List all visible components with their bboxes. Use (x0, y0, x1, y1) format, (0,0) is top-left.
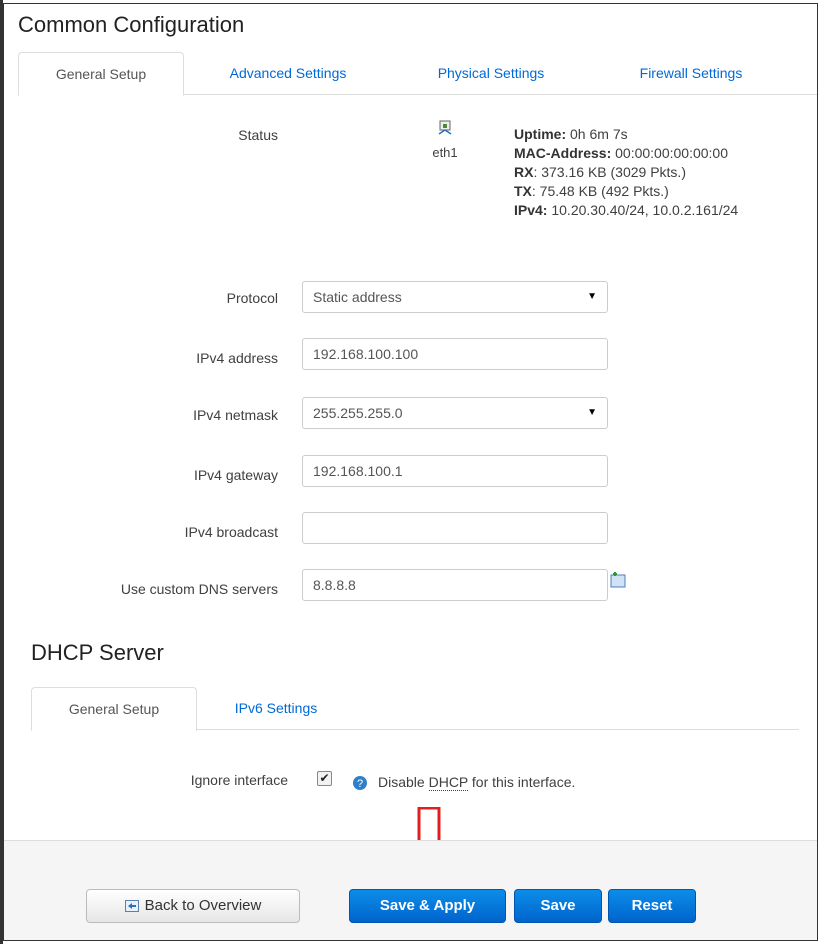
config-panel: Common Configuration General Setup Advan… (3, 3, 818, 941)
protocol-label: Protocol (226, 290, 278, 306)
dhcp-tabs: General Setup IPv6 Settings (31, 687, 799, 731)
tx-row: TX: 75.48 KB (492 Pkts.) (514, 183, 669, 199)
tab-physical-settings[interactable]: Physical Settings (406, 52, 576, 94)
help-icon: ? (353, 776, 367, 790)
mac-row: MAC-Address: 00:00:00:00:00:00 (514, 145, 729, 161)
ignore-interface-hint: Disable DHCP for this interface. (378, 774, 576, 791)
dhcp-server-title: DHCP Server (31, 640, 164, 665)
ignore-interface-checkbox[interactable]: ✔ (317, 771, 332, 786)
ipv4-netmask-select[interactable]: 255.255.255.0 ▼ (302, 397, 608, 429)
ipv4-gateway-label: IPv4 gateway (193, 467, 278, 483)
tab-firewall-settings[interactable]: Firewall Settings (601, 52, 781, 94)
interface-name: eth1 (432, 145, 458, 160)
ipv4-broadcast-label: IPv4 broadcast (184, 524, 278, 540)
back-to-overview-button[interactable]: Back to Overview (86, 889, 300, 923)
uptime-row: Uptime: 0h 6m 7s (514, 126, 628, 142)
ipv4-broadcast-input[interactable] (302, 512, 608, 544)
tab-advanced-settings[interactable]: Advanced Settings (198, 52, 378, 94)
interface-status: eth1 (427, 120, 463, 160)
status-label: Status (238, 127, 278, 143)
page-title: Common Configuration (18, 12, 245, 37)
protocol-select[interactable]: Static address ▼ (302, 281, 608, 313)
status-details: Uptime: 0h 6m 7s MAC-Address: 00:00:00:0… (514, 125, 738, 220)
ipv4-row: IPv4: 10.20.30.40/24, 10.0.2.161/24 (514, 202, 739, 218)
common-tabs: General Setup Advanced Settings Physical… (18, 52, 817, 96)
reset-button[interactable]: Reset (608, 889, 696, 923)
tab-general-setup[interactable]: General Setup (18, 52, 184, 96)
tab-dhcp-general-setup[interactable]: General Setup (31, 687, 197, 731)
back-icon (124, 900, 139, 913)
dns-server-input[interactable]: 8.8.8.8 (302, 569, 608, 601)
dhcp-abbr: DHCP (428, 774, 469, 791)
dropdown-arrow-icon: ▼ (587, 407, 597, 418)
ipv4-netmask-label: IPv4 netmask (193, 407, 278, 423)
dns-servers-label: Use custom DNS servers (120, 581, 278, 597)
svg-text:?: ? (357, 778, 363, 790)
ignore-interface-label: Ignore interface (190, 772, 288, 788)
tab-ipv6-settings[interactable]: IPv6 Settings (211, 687, 341, 729)
rx-row: RX: 373.16 KB (3029 Pkts.) (514, 164, 686, 180)
save-button[interactable]: Save (514, 889, 602, 923)
dropdown-arrow-icon: ▼ (587, 291, 597, 302)
ipv4-address-label: IPv4 address (196, 350, 278, 366)
save-apply-button[interactable]: Save & Apply (349, 889, 506, 923)
ipv4-address-input[interactable]: 192.168.100.100 (302, 338, 608, 370)
add-dns-icon[interactable] (609, 571, 627, 589)
ethernet-port-icon (438, 120, 452, 135)
ipv4-gateway-input[interactable]: 192.168.100.1 (302, 455, 608, 487)
